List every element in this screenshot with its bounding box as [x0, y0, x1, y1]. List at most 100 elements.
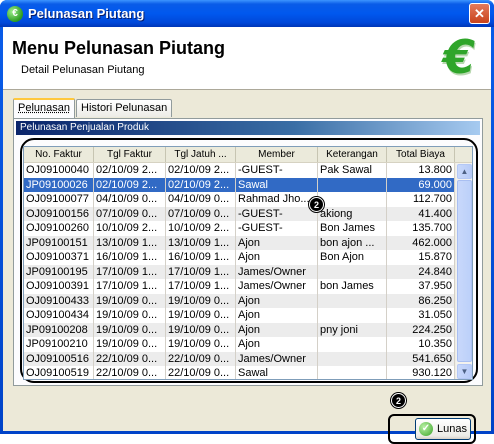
tab-pelunasan[interactable]: Pelunasan: [13, 98, 75, 118]
table-cell: 17/10/09 1...: [94, 264, 166, 279]
table-cell: James/Owner: [236, 351, 318, 366]
table-cell: OJ09100391: [24, 279, 94, 294]
table-row[interactable]: OJ09100519 22/10/09 0... 22/10/09 0... Sawa…: [24, 366, 455, 379]
table-cell: Bon Ajon: [318, 250, 387, 265]
table-row[interactable]: JP09100151 13/10/09 1... 13/10/09 1... Ajon…: [24, 235, 455, 250]
table-cell: [318, 264, 387, 279]
table-cell: OJ09100156: [24, 206, 94, 221]
table-cell: 17/10/09 1...: [166, 279, 236, 294]
table-cell: Rahmad Jho...: [236, 192, 318, 207]
table-cell: OJ09100434: [24, 308, 94, 323]
table-cell: -GUEST-: [236, 163, 318, 178]
table-cell: 13.800: [387, 163, 455, 178]
column-header[interactable]: Member: [236, 147, 318, 162]
table-cell: 16/10/09 1...: [94, 250, 166, 265]
table-cell: bon James: [318, 279, 387, 294]
table-row[interactable]: OJ09100391 17/10/09 1... 17/10/09 1... Jame…: [24, 279, 455, 294]
table-cell: 31.050: [387, 308, 455, 323]
table-cell: 22/10/09 0...: [94, 351, 166, 366]
table-cell: [318, 308, 387, 323]
column-header[interactable]: No. Faktur: [24, 147, 94, 162]
table-cell: Sawal: [236, 366, 318, 379]
table-cell: JP09100195: [24, 264, 94, 279]
table-cell: 04/10/09 0...: [94, 192, 166, 207]
table-row[interactable]: JP09100195 17/10/09 1... 17/10/09 1... Jame…: [24, 264, 455, 279]
table-cell: Ajon: [236, 250, 318, 265]
header-panel: Menu Pelunasan Piutang Detail Pelunasan …: [3, 27, 491, 90]
column-header[interactable]: Keterangan: [318, 147, 387, 162]
vertical-scrollbar[interactable]: ▲ ▼: [455, 163, 472, 379]
table-cell: JP09100151: [24, 235, 94, 250]
table-cell: 541.650: [387, 351, 455, 366]
table-cell: 41.400: [387, 206, 455, 221]
table-cell: 930.120: [387, 366, 455, 379]
table-cell: 10/10/09 2...: [94, 221, 166, 236]
table-row[interactable]: JP09100026 02/10/09 2... 02/10/09 2... Sawa…: [24, 177, 455, 192]
table-row[interactable]: OJ09100077 04/10/09 0... 04/10/09 0... Rahm…: [24, 192, 455, 207]
table-cell: 02/10/09 2...: [166, 177, 236, 192]
table-cell: OJ09100371: [24, 250, 94, 265]
tab-label: Pelunasan: [18, 102, 70, 114]
lunas-label: Lunas: [437, 423, 467, 435]
table-cell: 13/10/09 1...: [166, 235, 236, 250]
table-cell: [318, 293, 387, 308]
table-cell: 13/10/09 1...: [94, 235, 166, 250]
table-cell: pny joni: [318, 322, 387, 337]
table-cell: James/Owner: [236, 279, 318, 294]
table-cell: 10/10/09 2...: [166, 221, 236, 236]
table-cell: JP09100026: [24, 177, 94, 192]
table-cell: 19/10/09 0...: [94, 308, 166, 323]
table-row[interactable]: OJ09100156 07/10/09 0... 07/10/09 0... -GUE…: [24, 206, 455, 221]
table-row[interactable]: JP09100210 19/10/09 0... 19/10/09 0... Ajon…: [24, 337, 455, 352]
table-row[interactable]: OJ09100433 19/10/09 0... 19/10/09 0... Ajon…: [24, 293, 455, 308]
table-cell: OJ09100077: [24, 192, 94, 207]
close-button[interactable]: ✕: [469, 3, 490, 24]
scroll-down-icon[interactable]: ▼: [457, 364, 472, 379]
table-row[interactable]: OJ09100040 02/10/09 2... 02/10/09 2... -GUE…: [24, 163, 455, 178]
column-header[interactable]: Tgl Faktur: [94, 147, 166, 162]
table-cell: bon ajon ...: [318, 235, 387, 250]
table-cell: 19/10/09 0...: [166, 322, 236, 337]
table-cell: Ajon: [236, 308, 318, 323]
table-cell: 37.950: [387, 279, 455, 294]
table-cell: 24.840: [387, 264, 455, 279]
table-cell: Sawal: [236, 177, 318, 192]
table-cell: 02/10/09 2...: [94, 163, 166, 178]
table-cell: 04/10/09 0...: [166, 192, 236, 207]
table-row[interactable]: OJ09100434 19/10/09 0... 19/10/09 0... Ajon…: [24, 308, 455, 323]
table-cell: OJ09100516: [24, 351, 94, 366]
table-cell: 112.700: [387, 192, 455, 207]
table-cell: OJ09100519: [24, 366, 94, 379]
table-cell: 19/10/09 0...: [166, 308, 236, 323]
table-cell: [318, 177, 387, 192]
table-cell: 07/10/09 0...: [166, 206, 236, 221]
table-cell: 07/10/09 0...: [94, 206, 166, 221]
annotation-badge: 2: [391, 393, 406, 408]
scroll-up-icon[interactable]: ▲: [457, 164, 472, 179]
table-cell: 19/10/09 0...: [166, 293, 236, 308]
tab-histori-pelunasan[interactable]: Histori Pelunasan: [76, 99, 173, 117]
table-row[interactable]: OJ09100260 10/10/09 2... 10/10/09 2... -GUE…: [24, 221, 455, 236]
table-cell: [318, 366, 387, 379]
scroll-thumb[interactable]: [457, 180, 472, 362]
lunas-button[interactable]: ✓ Lunas: [415, 418, 471, 440]
table-cell: Ajon: [236, 235, 318, 250]
table-cell: 462.000: [387, 235, 455, 250]
table-cell: 22/10/09 0...: [166, 351, 236, 366]
column-header[interactable]: Total Biaya: [387, 147, 455, 162]
tab-label: Histori Pelunasan: [81, 102, 168, 114]
table-cell: Pak Sawal: [318, 163, 387, 178]
table-row[interactable]: JP09100208 19/10/09 0... 19/10/09 0... Ajon…: [24, 322, 455, 337]
euro-icon: €: [442, 30, 475, 84]
table-cell: 17/10/09 1...: [94, 279, 166, 294]
column-header[interactable]: Tgl Jatuh ...: [166, 147, 236, 162]
table-cell: OJ09100260: [24, 221, 94, 236]
table-row[interactable]: OJ09100371 16/10/09 1... 16/10/09 1... Ajon…: [24, 250, 455, 265]
table-row[interactable]: OJ09100516 22/10/09 0... 22/10/09 0... Jame…: [24, 351, 455, 366]
table-cell: 19/10/09 0...: [94, 337, 166, 352]
table-cell: 135.700: [387, 221, 455, 236]
annotation-badge: 2: [309, 197, 324, 212]
table-cell: akiong: [318, 206, 387, 221]
table-cell: Ajon: [236, 322, 318, 337]
title-bar[interactable]: € Pelunasan Piutang ✕: [0, 0, 494, 27]
